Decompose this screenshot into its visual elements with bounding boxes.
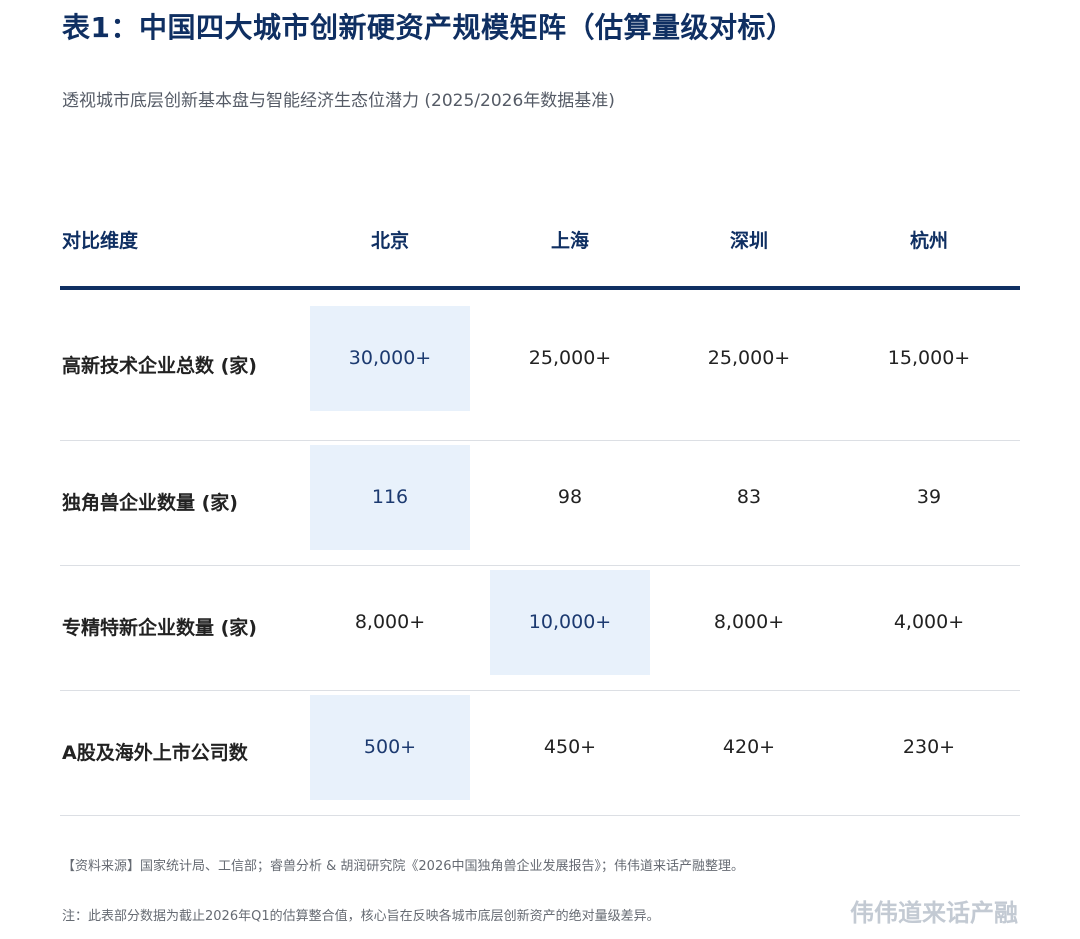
- row-label: 高新技术企业总数 (家): [62, 355, 257, 377]
- brand-watermark: 伟伟道来话产融: [850, 899, 1018, 927]
- page-title: 表1：中国四大城市创新硬资产规模矩阵（估算量级对标）: [62, 11, 795, 44]
- table-cell-highlighted: 500+: [310, 695, 470, 800]
- table-cell: 15,000+: [887, 347, 971, 369]
- table-cell: 230+: [902, 736, 956, 758]
- table-cell: 8,000+: [713, 611, 785, 633]
- table-cell: 98: [557, 486, 583, 508]
- row-label: A股及海外上市公司数: [62, 742, 248, 764]
- footnote: 注：此表部分数据为截止2026年Q1的估算整合值，核心旨在反映各城市底层创新资产…: [62, 909, 660, 924]
- table-cell-highlighted: 10,000+: [490, 570, 650, 675]
- header-beijing: 北京: [370, 230, 409, 252]
- table-cell: 25,000+: [707, 347, 791, 369]
- header-dimension: 对比维度: [62, 230, 139, 252]
- table-cell-highlighted: 116: [310, 445, 470, 550]
- table-cell: 8,000+: [354, 611, 426, 633]
- table-cell: 450+: [543, 736, 597, 758]
- table-cell: 25,000+: [528, 347, 612, 369]
- table-cell: 420+: [722, 736, 776, 758]
- table-cell: 39: [916, 486, 942, 508]
- source-note: 【资料来源】国家统计局、工信部；睿兽分析 & 胡润研究院《2026中国独角兽企业…: [62, 859, 744, 874]
- comparison-table: 对比维度 北京 上海 深圳 杭州 高新技术企业总数 (家) 30,000+ 25…: [60, 200, 1020, 816]
- table-cell-highlighted: 30,000+: [310, 306, 470, 411]
- header-shanghai: 上海: [550, 230, 589, 252]
- row-label: 专精特新企业数量 (家): [62, 617, 257, 639]
- table-header: 对比维度 北京 上海 深圳 杭州: [60, 200, 1020, 290]
- table-cell: 83: [736, 486, 762, 508]
- table-row: 独角兽企业数量 (家) 116 98 83 39: [60, 441, 1020, 566]
- table-row: 高新技术企业总数 (家) 30,000+ 25,000+ 25,000+ 15,…: [60, 306, 1020, 441]
- table-row: 专精特新企业数量 (家) 8,000+ 10,000+ 8,000+ 4,000…: [60, 566, 1020, 691]
- table-row: A股及海外上市公司数 500+ 450+ 420+ 230+: [60, 691, 1020, 816]
- header-shenzhen: 深圳: [729, 230, 768, 252]
- row-label: 独角兽企业数量 (家): [62, 492, 238, 514]
- page-subtitle: 透视城市底层创新基本盘与智能经济生态位潜力 (2025/2026年数据基准): [62, 91, 615, 111]
- table-cell: 4,000+: [893, 611, 965, 633]
- header-hangzhou: 杭州: [909, 230, 948, 252]
